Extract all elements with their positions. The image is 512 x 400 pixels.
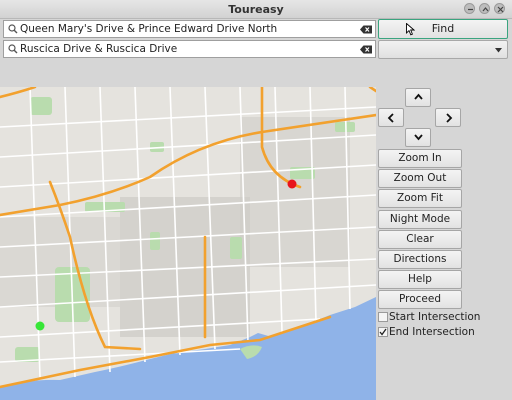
zoom-fit-button[interactable]: Zoom Fit <box>378 189 462 208</box>
pan-down-button[interactable] <box>405 128 431 147</box>
night-mode-button[interactable]: Night Mode <box>378 210 462 229</box>
start-marker[interactable] <box>35 321 45 331</box>
start-intersection-checkbox[interactable] <box>378 312 388 322</box>
minimize-icon[interactable] <box>464 3 475 14</box>
close-icon[interactable] <box>494 3 505 14</box>
map-svg[interactable] <box>0 87 376 400</box>
proceed-button[interactable]: Proceed <box>378 290 462 309</box>
search-icon <box>8 44 18 54</box>
start-search-input[interactable] <box>20 21 360 37</box>
zoom-out-button[interactable]: Zoom Out <box>378 169 462 188</box>
title-bar: Toureasy <box>0 0 512 19</box>
chevron-left-icon <box>387 113 394 123</box>
end-intersection-checkbox[interactable] <box>378 327 388 337</box>
end-search-input[interactable] <box>20 41 360 57</box>
mouse-cursor-icon <box>406 23 415 36</box>
search-icon <box>8 24 18 34</box>
backspace-icon[interactable] <box>360 25 372 34</box>
pan-right-button[interactable] <box>435 108 461 127</box>
directions-button[interactable]: Directions <box>378 250 462 269</box>
start-search-field[interactable] <box>3 20 376 38</box>
chevron-down-icon <box>495 48 502 53</box>
start-intersection-label: Start Intersection <box>389 311 481 323</box>
end-marker[interactable] <box>287 179 297 189</box>
pan-up-button[interactable] <box>405 88 431 107</box>
window-title: Toureasy <box>228 3 284 16</box>
maximize-icon[interactable] <box>479 3 490 14</box>
end-search-field[interactable] <box>3 40 376 58</box>
pan-left-button[interactable] <box>378 108 404 127</box>
clear-button[interactable]: Clear <box>378 230 462 249</box>
zoom-in-button[interactable]: Zoom In <box>378 149 462 168</box>
backspace-icon[interactable] <box>360 45 372 54</box>
chevron-up-icon <box>414 93 423 100</box>
help-button[interactable]: Help <box>378 270 462 289</box>
results-dropdown[interactable] <box>378 40 508 59</box>
chevron-right-icon <box>446 113 453 123</box>
find-button[interactable]: Find <box>378 19 508 39</box>
map-canvas[interactable] <box>0 87 376 400</box>
checkmark-icon <box>379 328 387 336</box>
chevron-down-icon <box>414 134 423 141</box>
end-intersection-label: End Intersection <box>389 326 475 338</box>
